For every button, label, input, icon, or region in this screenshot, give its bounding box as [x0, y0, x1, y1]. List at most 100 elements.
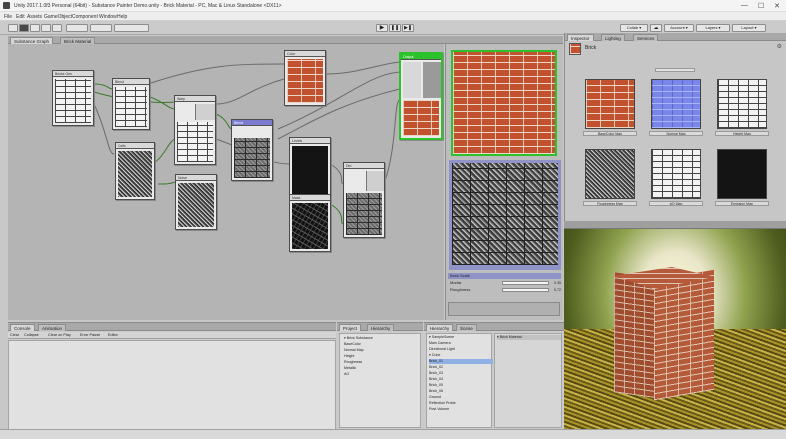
map-tile-normal[interactable] [651, 79, 701, 129]
basecolor-preview[interactable] [451, 50, 557, 156]
tree-item[interactable]: Brick_06 [429, 389, 443, 394]
tab-hierarchy-main[interactable]: Hierarchy [426, 324, 454, 331]
map-tile-basecolor[interactable] [585, 79, 635, 129]
graph-node-dirt[interactable]: Dirt [343, 162, 385, 238]
settings-gear-icon[interactable]: ⚙ [777, 43, 782, 50]
list-item[interactable]: AO [344, 372, 349, 377]
hierarchy-tree[interactable]: ▾ SampleScene Main Camera Directional Li… [426, 333, 493, 428]
rect-tool-button[interactable] [52, 24, 62, 32]
layers-dropdown[interactable]: Layers ▾ [696, 24, 730, 32]
map-tile-emission[interactable] [717, 149, 767, 199]
menu-assets[interactable]: Assets [27, 14, 42, 20]
tree-item[interactable]: Reflection Probe [429, 401, 456, 406]
tab-console[interactable]: Console [10, 324, 35, 331]
tree-item[interactable]: Ground [429, 395, 441, 400]
tab-brick-material[interactable]: Brick Material [60, 37, 96, 44]
scale-tool-button[interactable] [41, 24, 51, 32]
menu-edit[interactable]: Edit [16, 14, 25, 20]
list-item[interactable]: Height [344, 354, 354, 359]
tree-item[interactable]: Brick_03 [429, 371, 443, 376]
clear-button[interactable]: Clear [10, 333, 19, 337]
tree-item[interactable]: Brick_04 [429, 377, 443, 382]
move-tool-button[interactable] [19, 24, 29, 32]
tree-item[interactable]: Post Volume [429, 407, 449, 412]
roughness-slider[interactable] [502, 288, 549, 292]
tree-item[interactable]: Main Camera [429, 341, 451, 346]
node-label: Output [401, 54, 441, 60]
clear-on-play-button[interactable]: Clear on Play [48, 333, 71, 337]
play-button[interactable]: ▶ [376, 24, 388, 32]
tab-project[interactable]: Project [339, 324, 362, 331]
node-label: Color [285, 51, 325, 57]
graph-node-color[interactable]: Color [284, 50, 326, 106]
graph-node-warp[interactable]: Warp [174, 95, 216, 165]
node-graph-canvas[interactable]: Bricks Gen Blend Warp Cells Blend Noise … [8, 44, 444, 320]
menu-component[interactable]: Component [72, 14, 98, 20]
cube-right-face [654, 269, 714, 401]
preview-size-slider[interactable] [655, 68, 695, 72]
graph-node-cells[interactable]: Cells [115, 142, 155, 200]
collab-button[interactable]: Collab ▾ [620, 24, 648, 32]
list-item[interactable]: Metallic [344, 366, 356, 371]
graph-node-output[interactable]: Output [399, 52, 443, 140]
tab-scene[interactable]: Scene [456, 324, 477, 331]
layout-dropdown[interactable]: Layout ▾ [732, 24, 766, 32]
cloud-icon[interactable]: ☁ [650, 24, 662, 32]
scene-view-header [564, 221, 786, 229]
graph-node-blend[interactable]: Blend [112, 78, 150, 130]
tab-lighting[interactable]: Lighting [601, 34, 625, 41]
project-panel: Project Hierarchy ▾ Brick Substance Base… [337, 322, 423, 429]
scene-view-brick-cube[interactable] [564, 221, 786, 429]
menu-file[interactable]: File [4, 14, 12, 20]
stone-preview[interactable] [452, 163, 558, 265]
map-tile-ao[interactable] [651, 149, 701, 199]
hand-tool-button[interactable] [8, 24, 18, 32]
project-list[interactable]: ▾ Brick Substance BaseColor Normal Map H… [339, 333, 421, 428]
tree-item-selected[interactable]: Brick_01 [429, 359, 493, 364]
step-button[interactable]: ▶❚ [402, 24, 414, 32]
graph-node-mask[interactable]: Mask [289, 194, 331, 252]
tree-item[interactable]: Directional Light [429, 347, 455, 352]
console-log-area[interactable] [8, 340, 336, 430]
tab-inspector[interactable]: Inspector [567, 34, 594, 41]
tab-animation[interactable]: Animation [38, 324, 67, 331]
property-brick-scale[interactable]: Brick Scale [448, 273, 561, 279]
list-item[interactable]: BaseColor [344, 342, 361, 347]
menu-gameobject[interactable]: GameObject [44, 14, 72, 20]
graph-node-blend-highlighted[interactable]: Blend [231, 119, 273, 181]
list-item[interactable]: Normal Map [344, 348, 364, 353]
editor-dropdown[interactable]: Editor [108, 333, 118, 337]
minimize-icon[interactable]: — [741, 2, 748, 10]
property-mortar[interactable]: Mortar 0.35 [448, 280, 561, 286]
tree-item[interactable]: Brick_05 [429, 383, 443, 388]
account-button[interactable]: Account ▾ [664, 24, 694, 32]
rotate-tool-button[interactable] [30, 24, 40, 32]
graph-node-noise[interactable]: Noise [175, 174, 217, 230]
center-global-button[interactable] [114, 24, 149, 32]
tab-substance-graph[interactable]: Substance Graph [10, 37, 54, 44]
collapse-button[interactable]: Collapse [24, 333, 39, 337]
list-item[interactable]: Roughness [344, 360, 362, 365]
menu-help[interactable]: Help [117, 14, 127, 20]
tree-item[interactable]: ▾ Cube [429, 353, 440, 358]
mortar-slider[interactable] [502, 281, 549, 285]
graph-node-levels[interactable]: Levels [289, 137, 331, 197]
tree-item[interactable]: Brick_02 [429, 365, 443, 370]
tab-services[interactable]: Services [633, 34, 659, 41]
pause-button[interactable]: ❚❚ [389, 24, 401, 32]
tree-item[interactable]: ▾ SampleScene [429, 335, 454, 340]
map-tile-height[interactable] [717, 79, 767, 129]
property-label: Mortar [450, 280, 462, 285]
error-pause-button[interactable]: Error Pause [80, 333, 100, 337]
close-icon[interactable]: ✕ [774, 2, 780, 10]
tab-hierarchy[interactable]: Hierarchy [367, 324, 395, 331]
graph-node-bricks-gen[interactable]: Bricks Gen [52, 70, 94, 126]
maximize-icon[interactable]: ☐ [758, 2, 764, 10]
list-item[interactable]: ▾ Brick Substance [344, 336, 373, 341]
pivot-button[interactable] [66, 24, 88, 32]
map-tile-roughness[interactable] [585, 149, 635, 199]
property-roughness[interactable]: Roughness 0.72 [448, 287, 561, 293]
menu-window[interactable]: Window [99, 14, 117, 20]
detail-pane[interactable]: ▾ Brick Material [494, 333, 562, 428]
global-button[interactable] [90, 24, 112, 32]
